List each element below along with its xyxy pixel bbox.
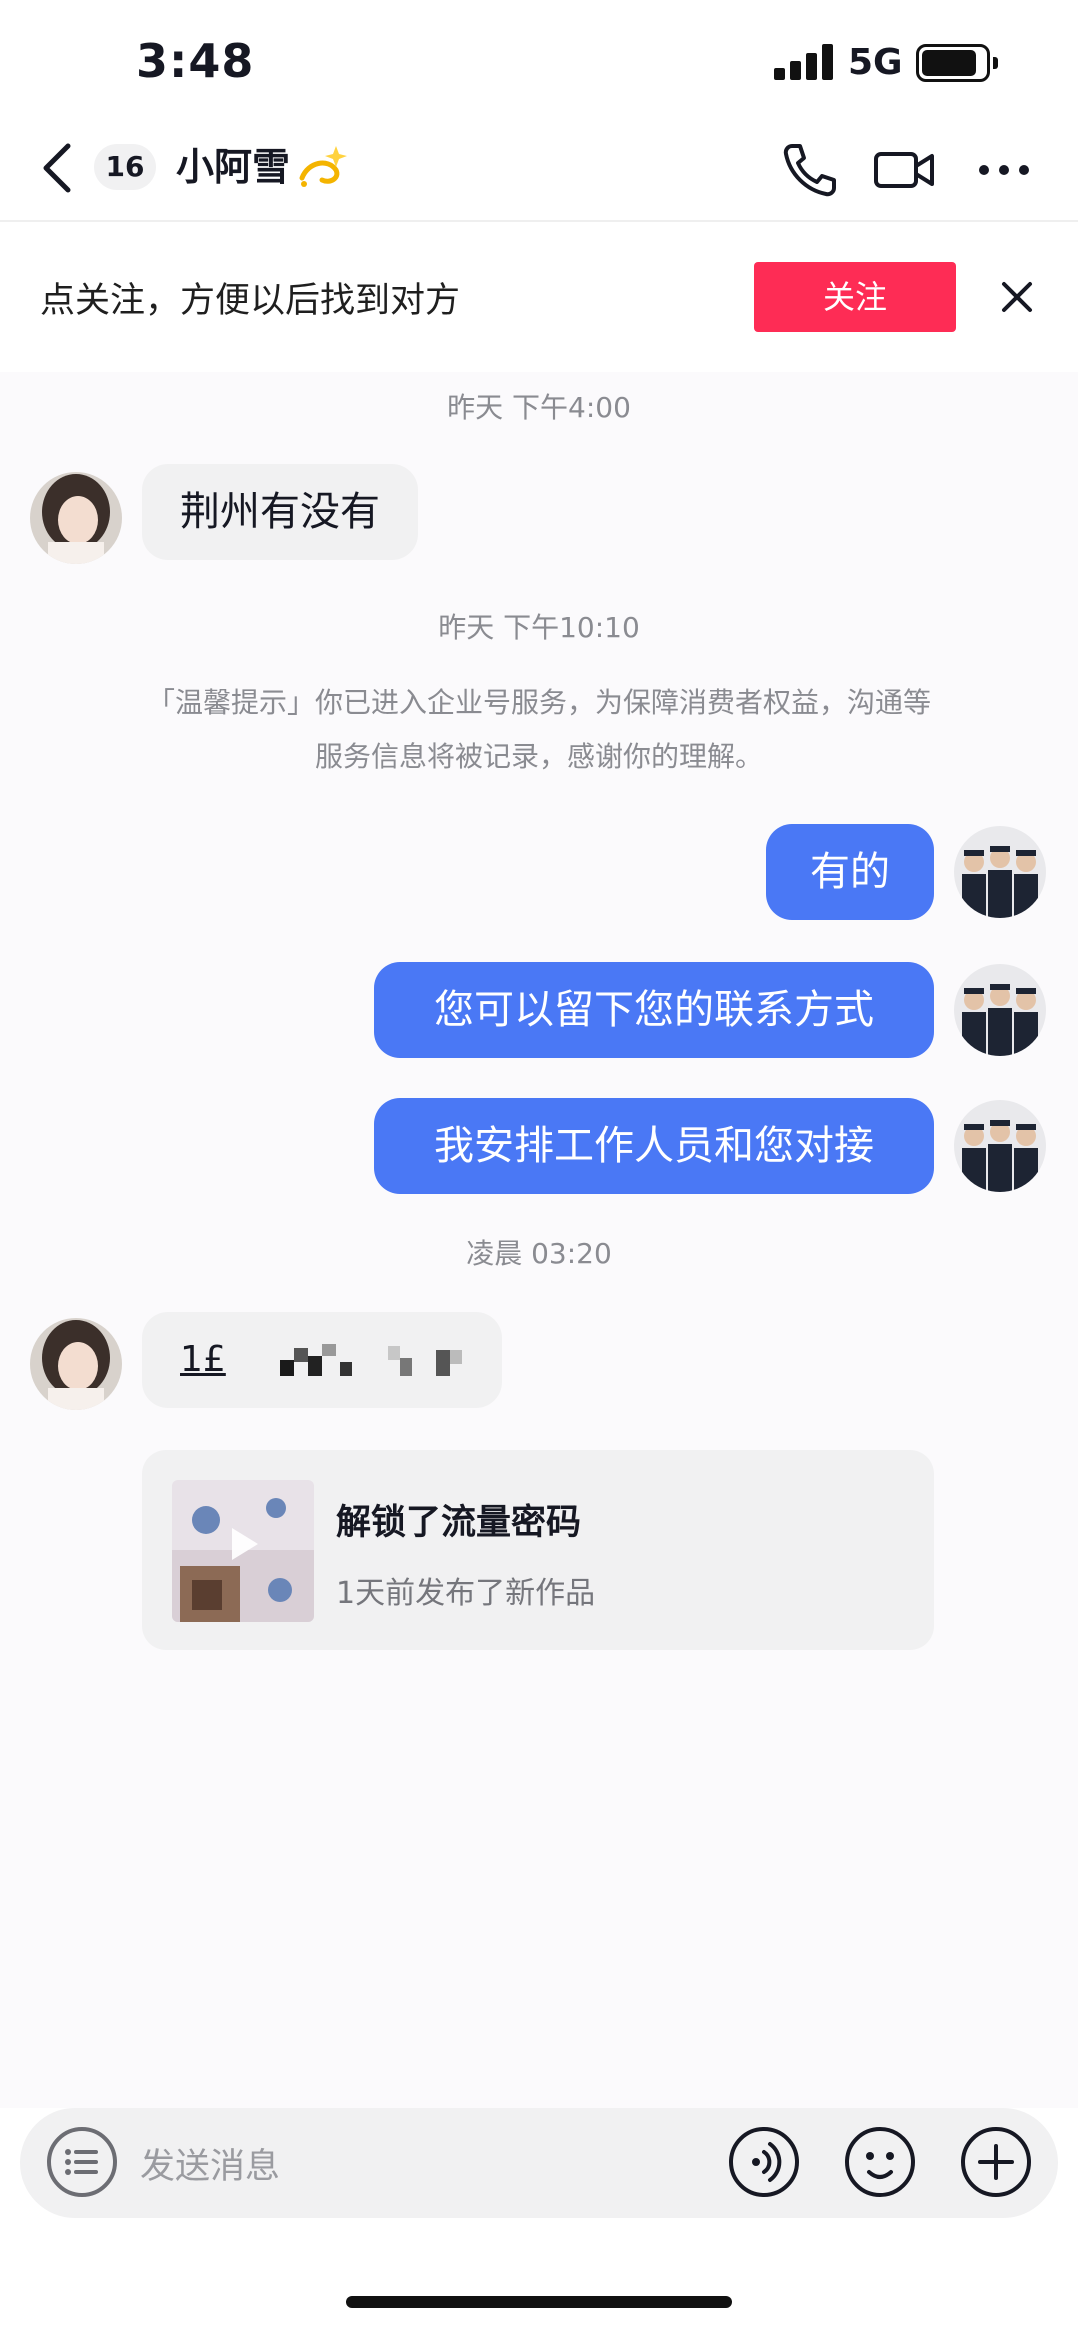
- message-timestamp: 昨天 下午10:10: [438, 611, 640, 644]
- signal-icon: [774, 44, 834, 80]
- video-title: 解锁了流量密码: [336, 1503, 582, 1543]
- outgoing-message[interactable]: 您可以留下您的联系方式: [374, 962, 934, 1058]
- video-camera-icon[interactable]: [872, 140, 936, 200]
- system-notice-line: 服务信息将被记录，感谢你的理解。: [314, 740, 763, 773]
- contact-avatar[interactable]: [30, 472, 122, 564]
- more-icon[interactable]: [974, 140, 1038, 200]
- contact-name[interactable]: 小阿雪: [176, 138, 290, 196]
- video-subtitle: 1天前发布了新作品: [336, 1576, 596, 1611]
- phone-icon[interactable]: [776, 140, 840, 200]
- message-timestamp: 昨天 下午4:00: [447, 391, 631, 424]
- dizzy-emoji-icon: [292, 138, 348, 194]
- message-list[interactable]: 昨天 下午4:00 荆州有没有 昨天 下午10:10 「温馨提示」你已进入企业号…: [0, 372, 1078, 2108]
- own-avatar[interactable]: [954, 826, 1046, 918]
- close-icon[interactable]: [994, 272, 1040, 322]
- chevron-left-icon[interactable]: [30, 134, 90, 202]
- system-notice-line: 「温馨提示」你已进入企业号服务，为保障消费者权益，沟通等: [146, 686, 931, 719]
- own-avatar[interactable]: [954, 1100, 1046, 1192]
- own-avatar[interactable]: [954, 964, 1046, 1056]
- incoming-message-redacted[interactable]: 1£: [142, 1312, 502, 1408]
- battery-icon: [916, 44, 998, 82]
- video-share-card[interactable]: 解锁了流量密码 1天前发布了新作品: [142, 1450, 934, 1650]
- follow-prompt-text: 点关注，方便以后找到对方: [40, 281, 461, 321]
- status-time: 3:48: [136, 34, 255, 88]
- status-bar: 3:48 5G: [0, 0, 1078, 120]
- message-input-bar: 发送消息: [20, 2108, 1058, 2218]
- outgoing-message[interactable]: 有的: [766, 824, 934, 920]
- system-notice: 「温馨提示」你已进入企业号服务，为保障消费者权益，沟通等 服务信息将被记录，感谢…: [100, 676, 978, 784]
- unread-count-badge: 16: [94, 144, 156, 190]
- redacted-visible-text: 1£: [180, 1339, 226, 1380]
- home-indicator[interactable]: [346, 2296, 732, 2308]
- message-timestamp: 凌晨 03:20: [466, 1237, 612, 1270]
- follow-banner: 点关注，方便以后找到对方 关注: [0, 222, 1078, 372]
- voice-icon[interactable]: [726, 2124, 802, 2200]
- emoji-icon[interactable]: [842, 2124, 918, 2200]
- message-input[interactable]: 发送消息: [140, 2138, 280, 2189]
- video-thumbnail[interactable]: [172, 1480, 314, 1622]
- redacted-pixelation: [280, 1344, 462, 1376]
- follow-button[interactable]: 关注: [754, 262, 956, 332]
- incoming-message[interactable]: 荆州有没有: [142, 464, 418, 560]
- contact-avatar[interactable]: [30, 1318, 122, 1410]
- menu-list-icon[interactable]: [44, 2124, 120, 2200]
- plus-icon[interactable]: [958, 2124, 1034, 2200]
- chat-header: 16 小阿雪: [0, 120, 1078, 222]
- network-type: 5G: [848, 42, 903, 83]
- outgoing-message[interactable]: 我安排工作人员和您对接: [374, 1098, 934, 1194]
